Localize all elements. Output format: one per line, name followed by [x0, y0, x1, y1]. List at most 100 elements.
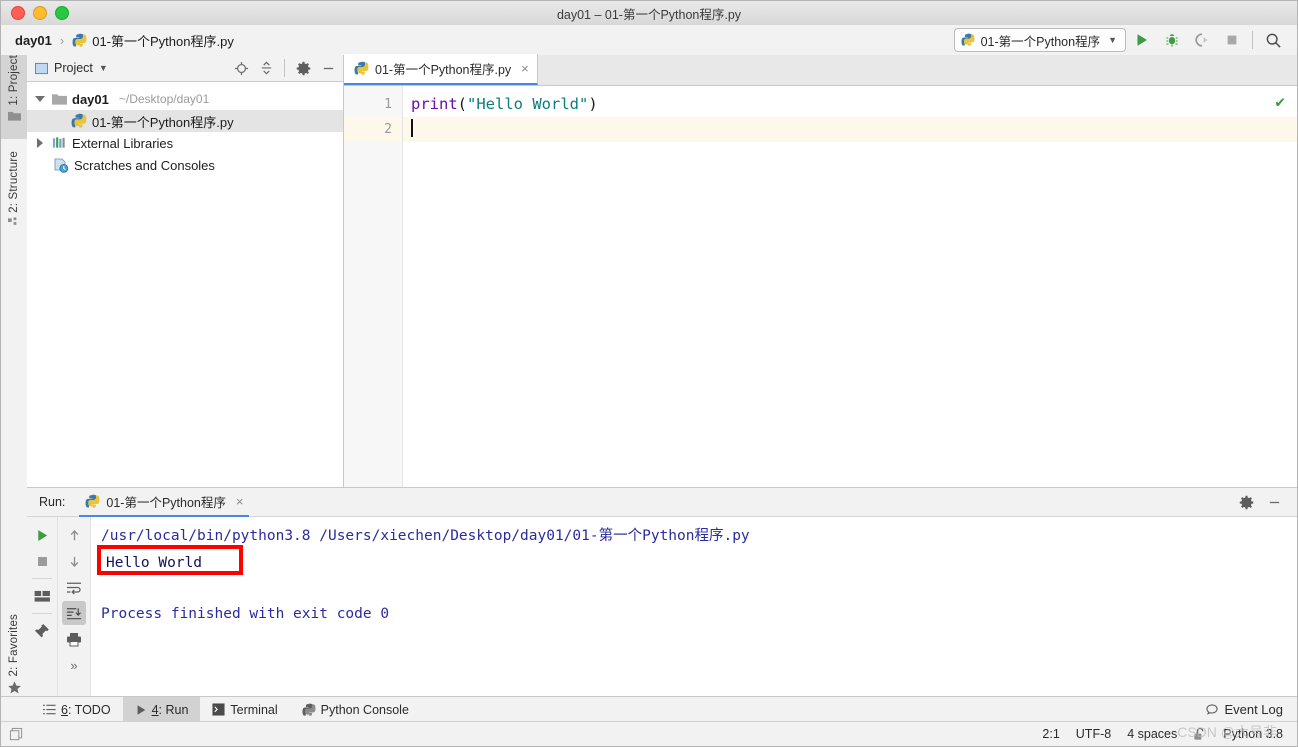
run-configuration-label: 01-第一个Python程序 — [980, 34, 1101, 49]
python-icon — [302, 703, 316, 717]
close-window-button[interactable] — [11, 6, 25, 20]
up-icon[interactable] — [62, 523, 86, 547]
file-encoding[interactable]: UTF-8 — [1076, 727, 1111, 741]
folder-icon — [52, 93, 67, 106]
layout-toggle-icon[interactable] — [9, 727, 24, 742]
star-icon — [7, 680, 22, 695]
minimize-window-button[interactable] — [33, 6, 47, 20]
tree-row-external-libraries[interactable]: External Libraries — [27, 132, 343, 154]
run-tab-label: 01-第一个Python程序 — [106, 495, 226, 510]
tree-label: day01 — [72, 91, 109, 107]
scroll-to-end-icon[interactable] — [62, 601, 86, 625]
close-icon[interactable]: × — [236, 494, 244, 509]
project-panel-title-group[interactable]: Project ▼ — [35, 61, 108, 75]
expand-arrow-icon[interactable] — [33, 96, 47, 102]
tab-text: : TODO — [67, 702, 111, 717]
maximize-window-button[interactable] — [55, 6, 69, 20]
settings-icon[interactable] — [292, 57, 314, 79]
sidebar-tab-project[interactable]: 1: Project — [1, 55, 27, 139]
bottom-tab-todo[interactable]: 6: TODO — [31, 697, 123, 722]
sidebar-tab-structure[interactable]: 2: Structure — [1, 151, 27, 255]
minimize-icon[interactable] — [317, 57, 339, 79]
project-panel: Project ▼ day01 ~/Desktop/day01 01-第一个Py… — [27, 55, 344, 488]
run-configuration-selector[interactable]: 01-第一个Python程序 ▼ — [953, 28, 1126, 52]
collapse-arrow-icon[interactable] — [33, 138, 47, 148]
bottom-tab-python-console[interactable]: Python Console — [290, 697, 421, 722]
bottom-tab-python-console-label: Python Console — [320, 702, 409, 717]
minimize-icon[interactable] — [1263, 491, 1285, 513]
stop-icon[interactable] — [30, 549, 54, 573]
caret-position[interactable]: 2:1 — [1042, 727, 1059, 741]
run-button[interactable] — [1128, 27, 1156, 53]
layout-icon[interactable] — [30, 584, 54, 608]
more-icon[interactable]: » — [62, 653, 86, 677]
pycharm-window: day01 – 01-第一个Python程序.py day01 › 01-第一个… — [0, 0, 1298, 747]
stop-button[interactable] — [1218, 27, 1246, 53]
close-icon[interactable]: × — [521, 61, 529, 76]
sidebar-tab-structure-label: 2: Structure — [8, 151, 20, 213]
code-close-paren: ) — [588, 95, 598, 113]
panel-divider — [284, 59, 285, 77]
run-header-actions — [1235, 491, 1297, 513]
tree-label: External Libraries — [72, 135, 174, 151]
print-icon[interactable] — [62, 627, 86, 651]
editor-tab[interactable]: 01-第一个Python程序.py × — [344, 54, 538, 85]
python-file-icon — [71, 113, 87, 129]
code-keyword: print — [411, 95, 458, 113]
code-text-area[interactable]: print("Hello World") ✔ — [403, 86, 1297, 487]
search-icon[interactable] — [1259, 27, 1287, 53]
bottom-tab-terminal[interactable]: Terminal — [200, 697, 289, 722]
run-left-toolbar — [27, 517, 58, 700]
status-bar-left[interactable] — [1, 727, 31, 742]
python-interpreter[interactable]: Python 3.8 — [1223, 727, 1283, 741]
down-icon[interactable] — [62, 549, 86, 573]
python-config-icon — [961, 33, 975, 47]
console-output-line: Hello World — [101, 549, 1297, 577]
code-editor[interactable]: 1 2 print("Hello World") ✔ — [344, 86, 1297, 487]
indent-setting[interactable]: 4 spaces — [1127, 727, 1177, 741]
pin-icon[interactable] — [30, 619, 54, 643]
tree-row-day01[interactable]: day01 ~/Desktop/day01 — [27, 88, 343, 110]
tree-row-scratches[interactable]: Scratches and Consoles — [27, 154, 343, 176]
run-console-output[interactable]: /usr/local/bin/python3.8 /Users/xiechen/… — [91, 517, 1297, 700]
status-bar: 2:1 UTF-8 4 spaces Python 3.8 CSDN @大号非 — [1, 721, 1297, 746]
run-console-toolbar: » — [58, 517, 91, 700]
breadcrumb-separator-icon: › — [59, 32, 65, 48]
run-tab[interactable]: 01-第一个Python程序 × — [79, 488, 250, 517]
code-string: "Hello World" — [467, 95, 589, 113]
inspection-status-icon[interactable]: ✔ — [1275, 92, 1285, 111]
toolbar-actions: 01-第一个Python程序 ▼ — [953, 27, 1297, 53]
breadcrumb-file[interactable]: 01-第一个Python程序.py — [92, 31, 234, 50]
bottom-tab-terminal-label: Terminal — [230, 702, 278, 717]
status-bar-right: 2:1 UTF-8 4 spaces Python 3.8 — [1042, 727, 1297, 742]
editor-tab-label: 01-第一个Python程序.py — [375, 63, 512, 77]
console-command-line: /usr/local/bin/python3.8 /Users/xiechen/… — [101, 528, 750, 544]
rerun-icon[interactable] — [30, 523, 54, 547]
breadcrumb-project[interactable]: day01 — [15, 33, 52, 48]
project-view-icon — [35, 62, 48, 75]
locate-icon[interactable] — [230, 57, 252, 79]
bottom-tab-run[interactable]: 4: Run — [122, 697, 201, 722]
bottom-tab-run-label: 4: Run — [152, 703, 189, 717]
run-tool-window: Run: 01-第一个Python程序 × » /usr/local/bin/p… — [27, 488, 1297, 700]
debug-button[interactable] — [1158, 27, 1186, 53]
event-log-group[interactable]: Event Log — [1205, 702, 1297, 717]
unlocked-icon[interactable] — [1193, 727, 1207, 742]
run-coverage-button[interactable] — [1188, 27, 1216, 53]
title-bar: day01 – 01-第一个Python程序.py — [1, 1, 1297, 26]
console-exit-line: Process finished with exit code 0 — [101, 606, 390, 622]
soft-wrap-icon[interactable] — [62, 575, 86, 599]
editor-area: 01-第一个Python程序.py × 1 2 print("Hello Wor… — [344, 54, 1297, 488]
project-tree: day01 ~/Desktop/day01 01-第一个Python程序.py — [27, 82, 343, 176]
run-tool-window-header: Run: 01-第一个Python程序 × — [27, 488, 1297, 517]
settings-icon[interactable] — [1235, 491, 1257, 513]
traffic-lights — [1, 6, 69, 20]
sidebar-tab-project-label: 1: Project — [8, 55, 20, 106]
python-icon — [85, 494, 100, 509]
chevron-down-icon[interactable]: ▼ — [99, 63, 108, 73]
collapse-all-icon[interactable] — [255, 57, 277, 79]
line-number: 1 — [384, 97, 392, 112]
tree-row-python-file[interactable]: 01-第一个Python程序.py — [27, 110, 343, 132]
project-panel-title: Project — [54, 61, 93, 75]
